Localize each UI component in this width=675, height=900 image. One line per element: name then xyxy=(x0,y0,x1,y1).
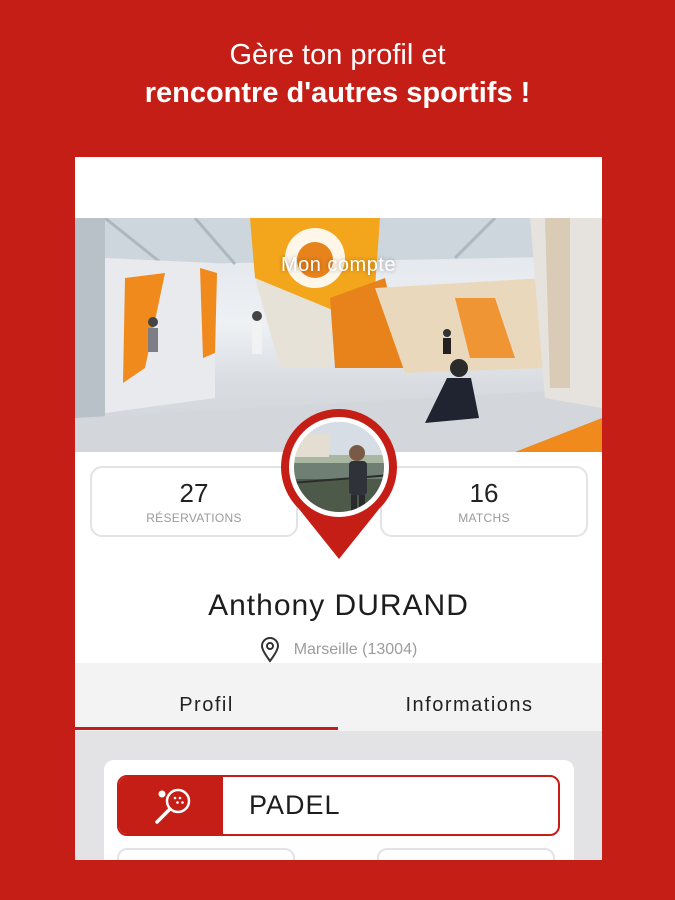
profile-avatar-pin[interactable] xyxy=(271,403,407,563)
sport-name: PADEL xyxy=(249,790,341,820)
headline-line-2: rencontre d'autres sportifs ! xyxy=(144,77,531,109)
profile-tabs: Profil Informations xyxy=(75,663,602,731)
reservations-count: 27 xyxy=(179,478,209,508)
location-text: Marseille (13004) xyxy=(293,641,418,658)
tab-profil[interactable]: Profil xyxy=(75,663,338,731)
tab-informations[interactable]: Informations xyxy=(338,663,601,731)
promo-headline: Gère ton profil et rencontre d'autres sp… xyxy=(0,36,675,112)
sport-header[interactable]: PADEL xyxy=(117,775,560,836)
profile-content: PADEL 18 14 xyxy=(75,731,602,860)
sport-card: PADEL 18 14 xyxy=(104,760,574,860)
sport-stat-card-left: 18 xyxy=(117,848,295,860)
headline-line-1: Gère ton profil et xyxy=(229,39,446,71)
user-name: Anthony DURAND xyxy=(208,589,469,622)
location-pin-icon xyxy=(260,637,279,663)
user-location: Marseille (13004) xyxy=(75,637,602,663)
active-tab-indicator xyxy=(75,727,338,730)
matches-count: 16 xyxy=(469,478,499,508)
padel-racket-icon xyxy=(155,788,191,824)
page-title: Mon compte xyxy=(280,254,397,276)
matches-stat-card[interactable]: 16 MATCHS xyxy=(380,466,588,537)
sport-icon-box xyxy=(119,777,223,834)
sport-stat-card-right: 14 xyxy=(377,848,555,860)
reservations-label: RÉSERVATIONS xyxy=(146,511,242,525)
reservations-stat-card[interactable]: 27 RÉSERVATIONS xyxy=(90,466,298,537)
phone-screen: Mon compte 27 RÉSERVATIONS 16 MATCHS Ant… xyxy=(75,157,602,860)
matches-label: MATCHS xyxy=(458,511,510,525)
